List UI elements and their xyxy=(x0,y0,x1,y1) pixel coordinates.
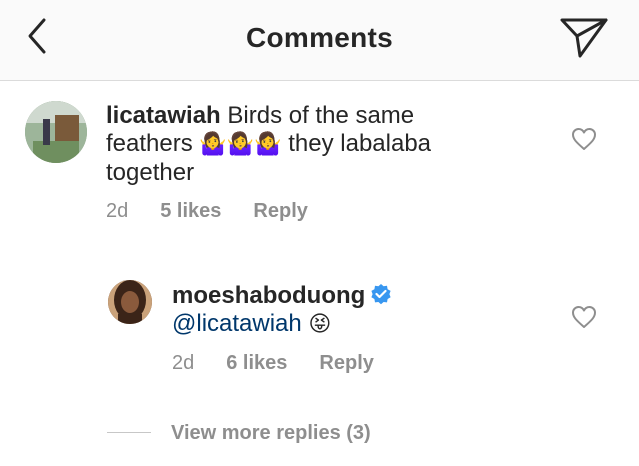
comment-text: licatawiah Birds of the same feathers 🤷‍… xyxy=(106,102,506,187)
mention-link[interactable]: @licatawiah xyxy=(172,310,302,337)
reply-text: moeshaboduong @licatawiah 😝 xyxy=(172,282,552,339)
comment-meta: 2d 6 likes Reply xyxy=(172,352,406,375)
likes-count[interactable]: 6 likes xyxy=(226,352,287,374)
avatar[interactable] xyxy=(25,101,87,163)
shrug-emoji: 🤷‍♀️🤷‍♀️🤷‍♀️ xyxy=(199,132,282,157)
heart-icon[interactable] xyxy=(571,127,597,151)
divider-line xyxy=(107,432,151,433)
comment-meta: 2d 5 likes Reply xyxy=(106,200,340,223)
comment-time: 2d xyxy=(106,200,129,222)
tongue-emoji: 😝 xyxy=(308,312,332,337)
avatar[interactable] xyxy=(108,280,152,324)
verified-badge-icon xyxy=(369,283,393,307)
paper-plane-icon[interactable] xyxy=(560,16,608,60)
view-more-replies-button[interactable]: View more replies (3) xyxy=(171,422,371,445)
page-title: Comments xyxy=(245,22,394,53)
comment-username[interactable]: moeshaboduong xyxy=(172,282,365,309)
likes-count[interactable]: 5 likes xyxy=(160,200,221,222)
comment-username[interactable]: licatawiah xyxy=(106,102,221,129)
reply-button[interactable]: Reply xyxy=(253,200,307,222)
header-bar: Comments xyxy=(0,0,639,81)
heart-icon[interactable] xyxy=(571,305,597,329)
reply-button[interactable]: Reply xyxy=(319,352,373,374)
comment-time: 2d xyxy=(172,352,195,374)
